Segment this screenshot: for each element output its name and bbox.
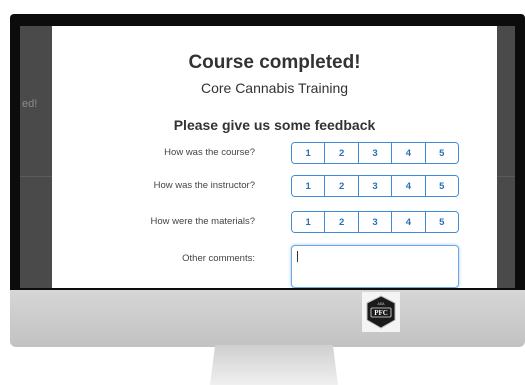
- rating-group-course: 1 2 3 4 5: [291, 142, 459, 164]
- rating-button-2[interactable]: 2: [325, 143, 359, 163]
- question-row-instructor: How was the instructor? 1 2 3 4 5: [52, 175, 497, 197]
- rating-button-4[interactable]: 4: [392, 143, 426, 163]
- rating-button-4[interactable]: 4: [392, 176, 426, 196]
- rating-button-5[interactable]: 5: [425, 176, 458, 196]
- comments-label: Other comments:: [182, 253, 255, 264]
- logo-text: PFC: [374, 309, 388, 317]
- text-caret: [297, 251, 298, 262]
- rating-group-instructor: 1 2 3 4 5: [291, 175, 459, 197]
- pfc-logo: PFC ASA: [362, 292, 400, 332]
- monitor-screen: ed! Course completed! Core Cannabis Trai…: [20, 26, 515, 288]
- course-name: Core Cannabis Training: [200, 80, 349, 96]
- rating-button-1[interactable]: 1: [292, 143, 326, 163]
- monitor-stand: [210, 345, 338, 385]
- feedback-heading: Please give us some feedback: [173, 117, 376, 133]
- rating-button-5[interactable]: 5: [425, 143, 458, 163]
- feedback-modal: Course completed! Core Cannabis Training…: [52, 26, 497, 288]
- rating-button-4[interactable]: 4: [392, 212, 426, 232]
- pfc-badge-icon: PFC ASA: [366, 295, 396, 329]
- background-divider: [497, 176, 515, 177]
- comments-textarea[interactable]: [291, 245, 459, 288]
- monitor-chin: [10, 290, 525, 347]
- rating-button-1[interactable]: 1: [292, 212, 326, 232]
- rating-button-1[interactable]: 1: [292, 176, 326, 196]
- background-text: ed!: [22, 98, 38, 110]
- rating-button-2[interactable]: 2: [325, 212, 359, 232]
- question-label: How were the materials?: [150, 216, 255, 227]
- logo-small-text: ASA: [377, 302, 385, 306]
- background-panel-left: [20, 26, 52, 288]
- rating-group-materials: 1 2 3 4 5: [291, 211, 459, 233]
- rating-button-3[interactable]: 3: [358, 176, 393, 196]
- rating-button-3[interactable]: 3: [358, 143, 393, 163]
- question-row-course: How was the course? 1 2 3 4 5: [52, 142, 497, 164]
- modal-title: Course completed!: [188, 52, 361, 73]
- rating-button-5[interactable]: 5: [425, 212, 458, 232]
- background-divider: [20, 176, 52, 177]
- question-row-materials: How were the materials? 1 2 3 4 5: [52, 211, 497, 233]
- rating-button-2[interactable]: 2: [325, 176, 359, 196]
- question-label: How was the course?: [164, 147, 255, 158]
- rating-button-3[interactable]: 3: [358, 212, 393, 232]
- background-panel-right: [497, 26, 515, 288]
- question-label: How was the instructor?: [153, 180, 255, 191]
